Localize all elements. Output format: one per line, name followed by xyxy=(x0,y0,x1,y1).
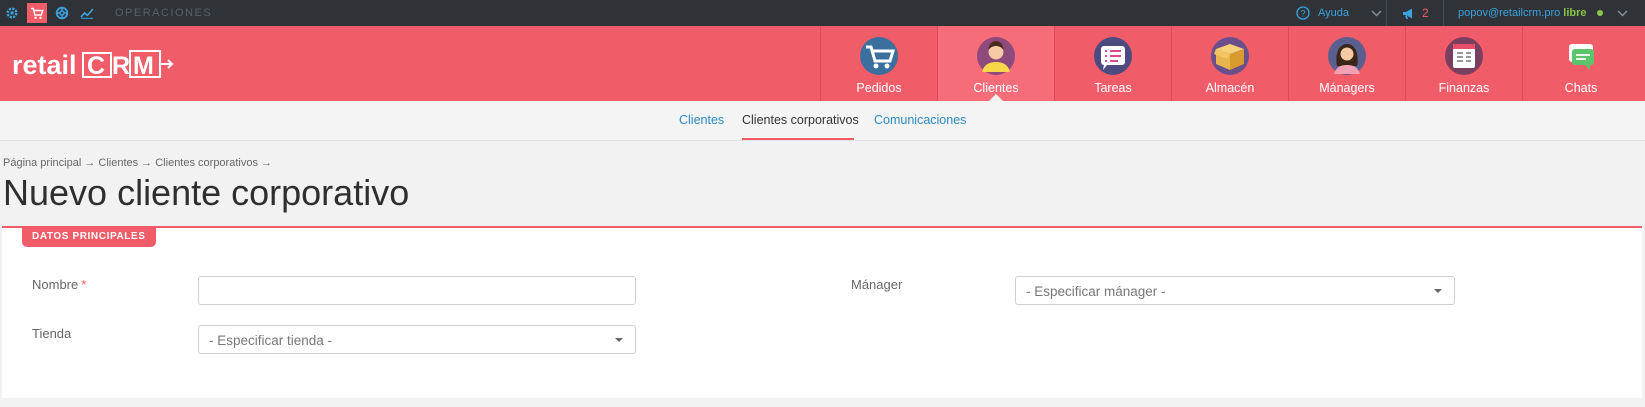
user-status: libre xyxy=(1563,7,1587,19)
svg-text:R: R xyxy=(112,52,130,80)
nav-label: Almacén xyxy=(1205,81,1255,95)
sub-navigation: Clientes Clientes corporativos Comunicac… xyxy=(0,101,1645,141)
user-email: popov@retailcrm.pro xyxy=(1458,7,1561,19)
caret-down-icon xyxy=(615,338,623,342)
manager-field-label: Mánager xyxy=(851,277,903,292)
name-input[interactable] xyxy=(198,276,636,305)
nav-label: Tareas xyxy=(1094,81,1132,95)
nav-item-finanzas[interactable]: Finanzas xyxy=(1405,26,1522,101)
settings-gear-icon[interactable] xyxy=(2,3,22,23)
store-select-value: - Especificar tienda - xyxy=(209,333,333,348)
required-mark: * xyxy=(81,277,87,292)
notifications-count: 2 xyxy=(1422,6,1429,20)
chevron-down-icon xyxy=(1371,10,1382,17)
operations-label: OPERACIONES xyxy=(115,7,213,19)
main-data-panel: DATOS PRINCIPALES Nombre * Mánager - Espe… xyxy=(2,226,1642,398)
nav-label: Finanzas xyxy=(1438,81,1490,95)
customer-icon xyxy=(977,37,1015,75)
name-label-text: Nombre xyxy=(32,277,79,292)
nav-label: Mánagers xyxy=(1319,81,1375,95)
store-field-label: Tienda xyxy=(32,326,72,341)
nav-item-managers[interactable]: Mánagers xyxy=(1288,26,1405,101)
manager-select-value: - Especificar mánager - xyxy=(1026,284,1166,299)
finance-icon xyxy=(1445,37,1483,75)
nav-item-chats[interactable]: Chats xyxy=(1522,26,1639,101)
help-label: Ayuda xyxy=(1318,7,1349,19)
breadcrumb[interactable]: Página principal → Clientes → Clientes c… xyxy=(3,157,272,169)
nav-label: Chats xyxy=(1564,81,1598,95)
section-title-badge: DATOS PRINCIPALES xyxy=(22,227,156,247)
help-circle-icon: ? xyxy=(1296,6,1310,20)
tab-clientes[interactable]: Clientes xyxy=(679,113,724,127)
page-title: Nuevo cliente corporativo xyxy=(3,172,410,213)
store-select[interactable]: - Especificar tienda - xyxy=(198,325,636,354)
svg-text:?: ? xyxy=(1300,8,1305,18)
main-nav: Pedidos Clientes Tareas Almacén Mánagers… xyxy=(820,26,1639,101)
svg-text:M: M xyxy=(133,52,154,80)
notifications[interactable]: 2 xyxy=(1402,0,1429,26)
tab-clientes-corporativos[interactable]: Clientes corporativos xyxy=(742,113,859,127)
main-header: retail C R M Pedidos Clientes Tareas Alm… xyxy=(0,26,1645,101)
svg-text:retail: retail xyxy=(12,50,77,80)
tab-comunicaciones[interactable]: Comunicaciones xyxy=(874,113,966,127)
cart-icon xyxy=(860,37,898,75)
tasks-icon xyxy=(1094,37,1132,75)
nav-item-tareas[interactable]: Tareas xyxy=(1054,26,1171,101)
nav-item-pedidos[interactable]: Pedidos xyxy=(820,26,937,101)
megaphone-icon xyxy=(1402,7,1417,20)
nav-label: Clientes xyxy=(973,81,1019,95)
svg-text:C: C xyxy=(87,52,105,80)
top-bar: OPERACIONES ? Ayuda 2 popov@retailcrm.pr… xyxy=(0,0,1645,26)
manager-icon xyxy=(1328,37,1366,75)
divider xyxy=(1443,0,1444,26)
name-field-label: Nombre * xyxy=(32,277,86,292)
nav-item-almacen[interactable]: Almacén xyxy=(1171,26,1288,101)
analytics-chart-icon[interactable] xyxy=(77,3,97,23)
warehouse-box-icon xyxy=(1211,37,1249,75)
caret-down-icon xyxy=(1434,289,1442,293)
shop-cart-icon[interactable] xyxy=(27,3,47,23)
manager-select[interactable]: - Especificar mánager - xyxy=(1015,276,1455,305)
lifebuoy-icon[interactable] xyxy=(52,3,72,23)
user-menu[interactable]: popov@retailcrm.pro libre xyxy=(1458,0,1628,26)
active-tab-indicator xyxy=(742,138,854,140)
nav-label: Pedidos xyxy=(856,81,902,95)
chat-icon xyxy=(1562,37,1600,75)
status-dot-icon xyxy=(1596,10,1603,16)
retailcrm-logo[interactable]: retail C R M xyxy=(12,48,182,82)
help-menu[interactable]: ? Ayuda xyxy=(1296,0,1382,26)
chevron-down-icon xyxy=(1617,10,1628,17)
nav-item-clientes[interactable]: Clientes xyxy=(937,26,1054,101)
divider xyxy=(1386,0,1387,26)
